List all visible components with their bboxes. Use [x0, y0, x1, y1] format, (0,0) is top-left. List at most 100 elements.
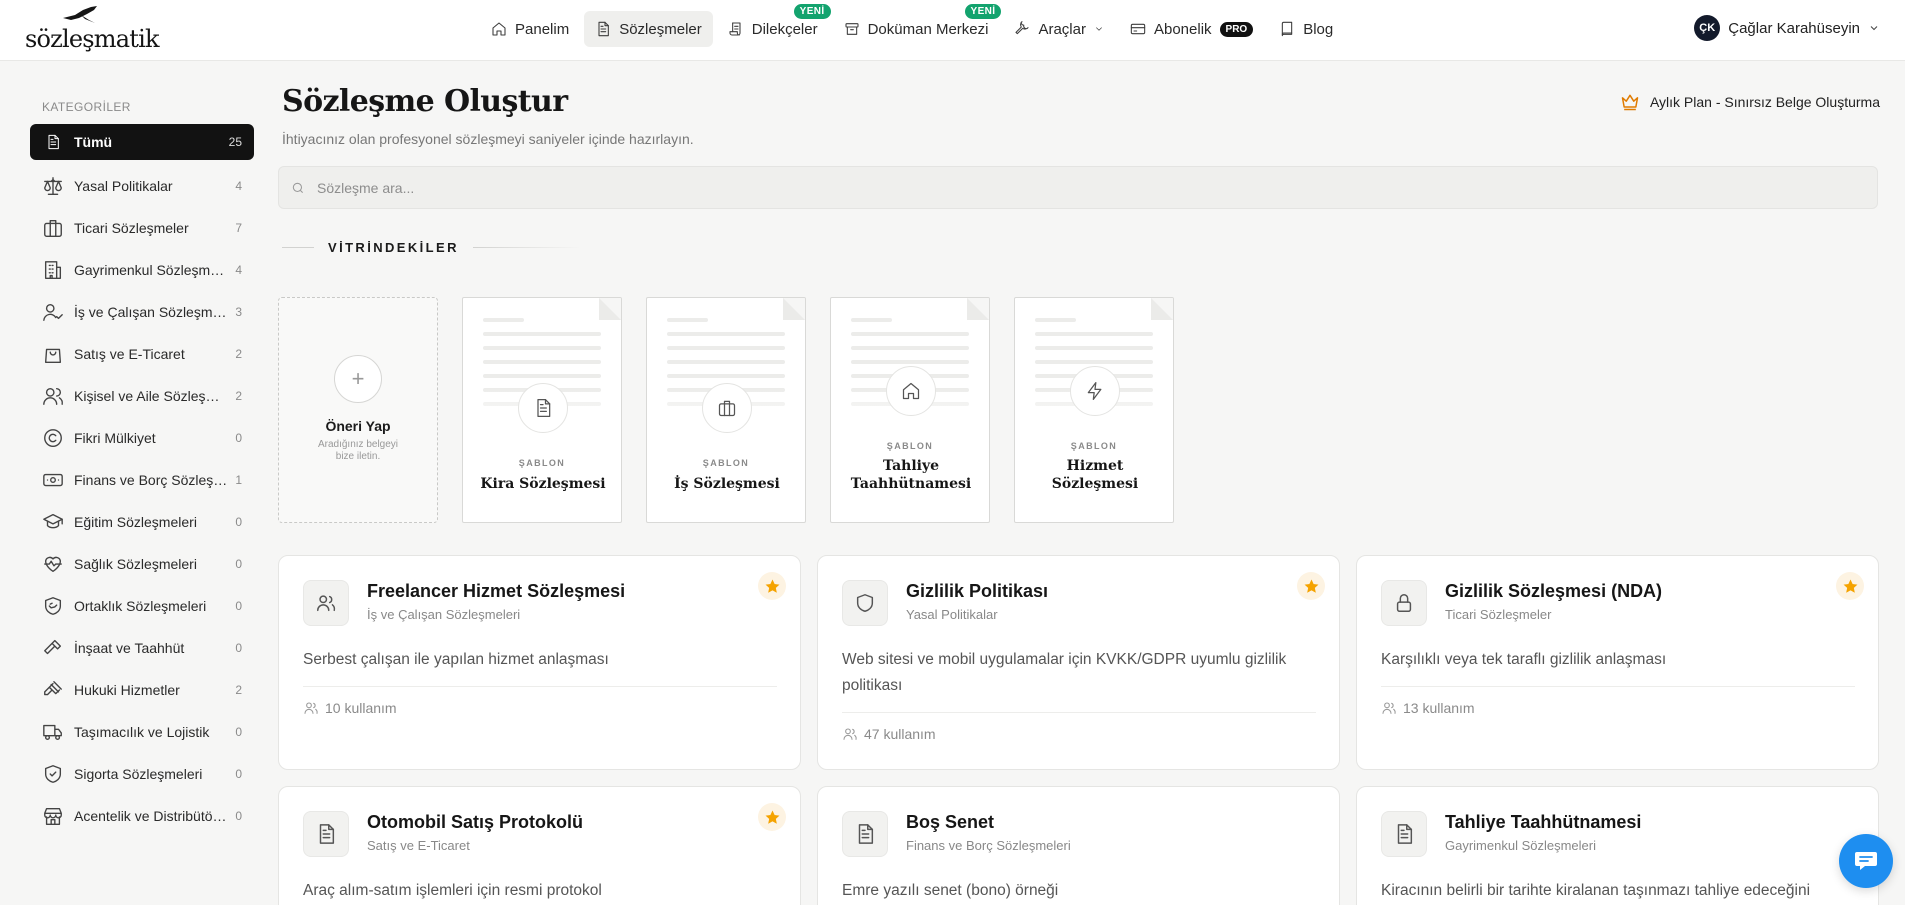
- template-card-kira[interactable]: ŞABLON Kira Sözleşmesi: [462, 297, 622, 523]
- sidebar-item-fikri-mulkiyet[interactable]: Fikri Mülkiyet 0: [30, 420, 254, 456]
- users-icon: [1381, 700, 1397, 716]
- count: 0: [235, 557, 242, 571]
- contract-card-tahliye[interactable]: Tahliye Taahhütnamesi Gayrimenkul Sözleş…: [1356, 786, 1879, 905]
- count: 7: [235, 221, 242, 235]
- nav-sozlesmeler[interactable]: Sözleşmeler: [584, 11, 713, 47]
- heart-pulse-icon: [42, 553, 64, 575]
- copyright-icon: [42, 427, 64, 449]
- search-input[interactable]: [317, 179, 1817, 196]
- new-badge: YENİ: [793, 4, 831, 19]
- card-title: Boş Senet: [906, 812, 995, 832]
- page-subtitle: İhtiyacınız olan profesyonel sözleşmeyi …: [282, 131, 694, 147]
- divider: [842, 712, 1316, 713]
- nav-araclar[interactable]: Araçlar: [1003, 11, 1115, 47]
- card-desc: Emre yazılı senet (bono) örneği: [842, 882, 1059, 899]
- count: 2: [235, 347, 242, 361]
- graduation-cap-icon: [42, 511, 64, 533]
- sidebar-item-is-calisan[interactable]: İş ve Çalışan Sözleşmeleri 3: [30, 294, 254, 330]
- zap-icon: [1085, 381, 1105, 401]
- count: 0: [235, 725, 242, 739]
- favorite-button[interactable]: [758, 572, 786, 600]
- count: 4: [235, 179, 242, 193]
- logo[interactable]: sözleşmatik: [25, 6, 160, 53]
- count: 0: [235, 431, 242, 445]
- nav-blog[interactable]: Blog: [1268, 11, 1344, 47]
- shield-icon: [854, 592, 876, 614]
- shield-check-icon: [42, 763, 64, 785]
- nav-dokuman-merkezi[interactable]: Doküman Merkezi YENİ: [833, 4, 1002, 47]
- store-icon: [42, 805, 64, 827]
- template-name: Hizmet Sözleşmesi: [1051, 458, 1139, 492]
- sidebar-item-tasimacilik[interactable]: Taşımacılık ve Lojistik 0: [30, 714, 254, 750]
- contract-card-freelancer[interactable]: Freelancer Hizmet Sözleşmesi İş ve Çalış…: [278, 555, 801, 770]
- sidebar-item-acentelik[interactable]: Acentelik ve Distribütörlük 0: [30, 798, 254, 834]
- page-title: Sözleşme Oluştur: [282, 84, 568, 119]
- sidebar-item-satis[interactable]: Satış ve E-Ticaret 2: [30, 336, 254, 372]
- building-icon: [42, 259, 64, 281]
- sidebar-item-ticari[interactable]: Ticari Sözleşmeler 7: [30, 210, 254, 246]
- briefcase-icon: [717, 398, 737, 418]
- sidebar-item-egitim[interactable]: Eğitim Sözleşmeleri 0: [30, 504, 254, 540]
- sidebar-item-tumu[interactable]: Tümü 25: [30, 124, 254, 160]
- users-icon: [842, 726, 858, 742]
- template-card-hizmet[interactable]: ŞABLON Hizmet Sözleşmesi: [1014, 297, 1174, 523]
- star-icon: [765, 810, 780, 825]
- sidebar-item-gayrimenkul[interactable]: Gayrimenkul Sözleşmeleri 4: [30, 252, 254, 288]
- contract-card-bos-senet[interactable]: Boş Senet Finans ve Borç Sözleşmeleri Em…: [817, 786, 1340, 905]
- sidebar-item-insaat[interactable]: İnşaat ve Taahhüt 0: [30, 630, 254, 666]
- card-title: Gizlilik Sözleşmesi (NDA): [1445, 581, 1663, 601]
- card-title: Freelancer Hizmet Sözleşmesi: [367, 581, 626, 601]
- template-card-is[interactable]: ŞABLON İş Sözleşmesi: [646, 297, 806, 523]
- sidebar-item-saglik[interactable]: Sağlık Sözleşmeleri 0: [30, 546, 254, 582]
- card-desc: Serbest çalışan ile yapılan hizmet anlaş…: [303, 651, 609, 668]
- suggest-card[interactable]: + Öneri Yap Aradığınız belgeyi bize ilet…: [278, 297, 438, 523]
- card-category: İş ve Çalışan Sözleşmeleri: [367, 607, 521, 622]
- plan-badge[interactable]: Aylık Plan - Sınırsız Belge Oluşturma: [1620, 92, 1880, 112]
- template-name: Tahliye Taahhütnamesi: [850, 458, 972, 492]
- favorite-button[interactable]: [1836, 572, 1864, 600]
- nav-abonelik[interactable]: Abonelik PRO: [1119, 11, 1264, 47]
- hammer-icon: [42, 637, 64, 659]
- top-navbar: sözleşmatik Panelim Sözleşmeler Dilekçel…: [0, 0, 1905, 61]
- card-title: Tahliye Taahhütnamesi: [1445, 812, 1642, 832]
- bird-logo-icon: [63, 6, 97, 23]
- document-icon: [45, 134, 61, 150]
- nav-panelim[interactable]: Panelim: [480, 11, 580, 47]
- book-icon: [1279, 21, 1295, 37]
- home-icon: [901, 381, 921, 401]
- count: 25: [228, 135, 242, 149]
- chat-button[interactable]: [1839, 834, 1893, 888]
- template-name: Kira Sözleşmesi: [480, 476, 606, 492]
- contract-card-nda[interactable]: Gizlilik Sözleşmesi (NDA) Ticari Sözleşm…: [1356, 555, 1879, 770]
- card-category: Gayrimenkul Sözleşmeleri: [1445, 838, 1596, 853]
- sidebar-item-kisisel-aile[interactable]: Kişisel ve Aile Sözleşmeleri 2: [30, 378, 254, 414]
- user-name: Çağlar Karahüseyin: [1728, 19, 1860, 37]
- chat-bubble-icon: [1855, 852, 1877, 870]
- favorite-button[interactable]: [758, 803, 786, 831]
- count: 1: [235, 473, 242, 487]
- sidebar-item-ortaklik[interactable]: Ortaklık Sözleşmeleri 0: [30, 588, 254, 624]
- sidebar-item-yasal-politikalar[interactable]: Yasal Politikalar 4: [30, 168, 254, 204]
- favorite-button[interactable]: [1297, 572, 1325, 600]
- template-card-tahliye[interactable]: ŞABLON Tahliye Taahhütnamesi: [830, 297, 990, 523]
- users-icon: [315, 592, 337, 614]
- nav-dilekceler[interactable]: Dilekçeler YENİ: [717, 4, 831, 47]
- suggest-desc: Aradığınız belgeyi bize iletin.: [317, 439, 399, 462]
- chevron-down-icon: [1868, 22, 1880, 34]
- users-icon: [303, 700, 319, 716]
- card-title: Gizlilik Politikası: [906, 581, 1049, 601]
- search-icon: [291, 181, 305, 195]
- user-check-icon: [42, 301, 64, 323]
- contract-card-otomobil[interactable]: Otomobil Satış Protokolü Satış ve E-Tica…: [278, 786, 801, 905]
- sidebar-item-hukuki[interactable]: Hukuki Hizmetler 2: [30, 672, 254, 708]
- card-title: Otomobil Satış Protokolü: [367, 812, 584, 832]
- wrench-icon: [1014, 21, 1030, 37]
- sidebar-item-sigorta[interactable]: Sigorta Sözleşmeleri 0: [30, 756, 254, 792]
- contract-card-gizlilik-politikasi[interactable]: Gizlilik Politikası Yasal Politikalar We…: [817, 555, 1340, 770]
- divider: [282, 247, 314, 248]
- usage-count: 47 kullanım: [842, 726, 936, 742]
- document-icon: [595, 21, 611, 37]
- user-menu[interactable]: ÇK Çağlar Karahüseyin: [1694, 15, 1880, 41]
- sidebar-item-finans[interactable]: Finans ve Borç Sözleşmeleri 1: [30, 462, 254, 498]
- archive-icon: [844, 21, 860, 37]
